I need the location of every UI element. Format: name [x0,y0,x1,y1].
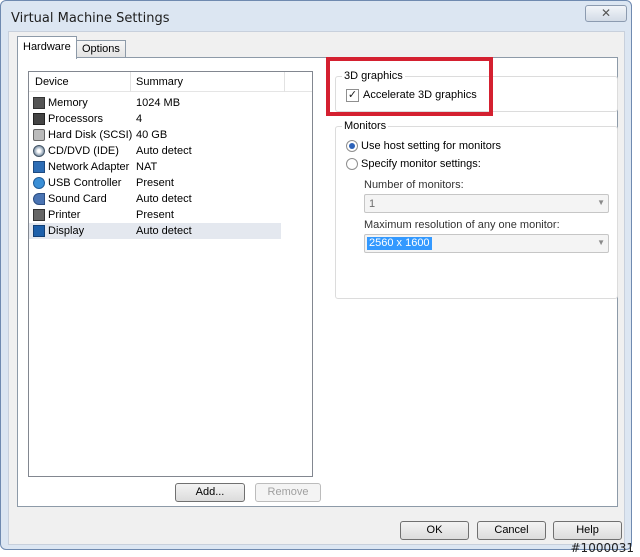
device-summary: Auto detect [136,145,192,157]
hard-disk-icon [33,129,45,141]
tab-options[interactable]: Options [76,40,126,57]
specify-monitors-label[interactable]: Specify monitor settings: [361,158,481,170]
device-column-header[interactable]: Device [35,76,69,88]
device-summary: NAT [136,161,158,173]
device-summary: 40 GB [136,129,168,141]
annotation-highlight-box [326,57,493,116]
device-row-display[interactable]: Display Auto detect [29,223,281,239]
device-summary: Present [136,209,174,221]
ok-button[interactable]: OK [400,521,469,540]
chevron-down-icon: ▼ [597,198,605,207]
summary-column-header[interactable]: Summary [136,76,183,88]
printer-icon [33,209,45,221]
device-name: USB Controller [48,177,122,189]
chevron-down-icon: ▼ [597,238,605,247]
close-icon: ✕ [600,6,612,20]
help-button[interactable]: Help [553,521,622,540]
tab-hardware-label: Hardware [23,41,71,53]
device-summary: 4 [136,113,143,125]
device-summary: Auto detect [136,193,192,205]
max-resolution-value: 2560 x 1600 [367,237,432,250]
monitors-group: Monitors Use host setting for monitors S… [335,120,618,299]
device-name: Network Adapter [48,161,130,173]
tab-hardware[interactable]: Hardware [17,36,77,59]
device-list[interactable]: Device Summary Memory 1024 MB Processors… [28,71,313,477]
monitors-title: Monitors [342,120,389,132]
number-of-monitors-select[interactable]: 1 ▼ [364,194,609,213]
hardware-tab-panel: Device Summary Memory 1024 MB Processors… [17,57,618,507]
specify-monitors-radio[interactable] [346,158,358,170]
column-separator [284,72,285,92]
column-separator [130,72,131,92]
device-name: Printer [48,209,81,221]
title-bar: Virtual Machine Settings ✕ [1,1,631,33]
device-name: Processors [48,113,104,125]
number-of-monitors-label: Number of monitors: [364,179,464,191]
dialog-client-area: Hardware Options Device Summary Memory 1… [8,31,625,545]
usb-icon [33,177,45,189]
tab-options-label: Options [82,43,120,55]
device-row-memory[interactable]: Memory 1024 MB [29,95,312,111]
close-button[interactable]: ✕ [585,5,627,22]
max-resolution-label: Maximum resolution of any one monitor: [364,219,560,231]
number-of-monitors-value: 1 [369,198,376,210]
use-host-monitors-label[interactable]: Use host setting for monitors [361,140,501,152]
processor-icon [33,113,45,125]
cd-dvd-icon [33,145,45,157]
cancel-button[interactable]: Cancel [477,521,546,540]
add-device-button[interactable]: Add... [175,483,245,502]
use-host-monitors-radio[interactable] [346,140,358,152]
device-row-sound-card[interactable]: Sound Card Auto detect [29,191,312,207]
device-rows: Memory 1024 MB Processors 4 Hard Disk (S… [29,95,312,239]
device-summary: Present [136,177,174,189]
watermark-text: #1000031 [570,541,635,555]
device-name: Display [48,225,85,237]
vm-settings-window: Virtual Machine Settings ✕ Hardware Opti… [0,0,632,550]
device-name: CD/DVD (IDE) [48,145,119,157]
device-row-network-adapter[interactable]: Network Adapter NAT [29,159,312,175]
device-row-usb-controller[interactable]: USB Controller Present [29,175,312,191]
remove-device-button[interactable]: Remove [255,483,321,502]
device-list-header: Device Summary [29,72,312,92]
device-summary: Auto detect [136,225,192,237]
network-adapter-icon [33,161,45,173]
device-row-printer[interactable]: Printer Present [29,207,312,223]
memory-icon [33,97,45,109]
window-title: Virtual Machine Settings [11,11,170,26]
device-name: Sound Card [48,193,107,205]
sound-card-icon [33,193,45,205]
radio-selected-indicator [349,143,355,149]
device-name: Memory [48,97,88,109]
device-row-hard-disk[interactable]: Hard Disk (SCSI) 40 GB [29,127,312,143]
device-row-cd-dvd[interactable]: CD/DVD (IDE) Auto detect [29,143,312,159]
device-name: Hard Disk (SCSI) [48,129,133,141]
display-icon [33,225,45,237]
device-summary: 1024 MB [136,97,181,109]
max-resolution-select[interactable]: 2560 x 1600 ▼ [364,234,609,253]
device-row-processors[interactable]: Processors 4 [29,111,312,127]
